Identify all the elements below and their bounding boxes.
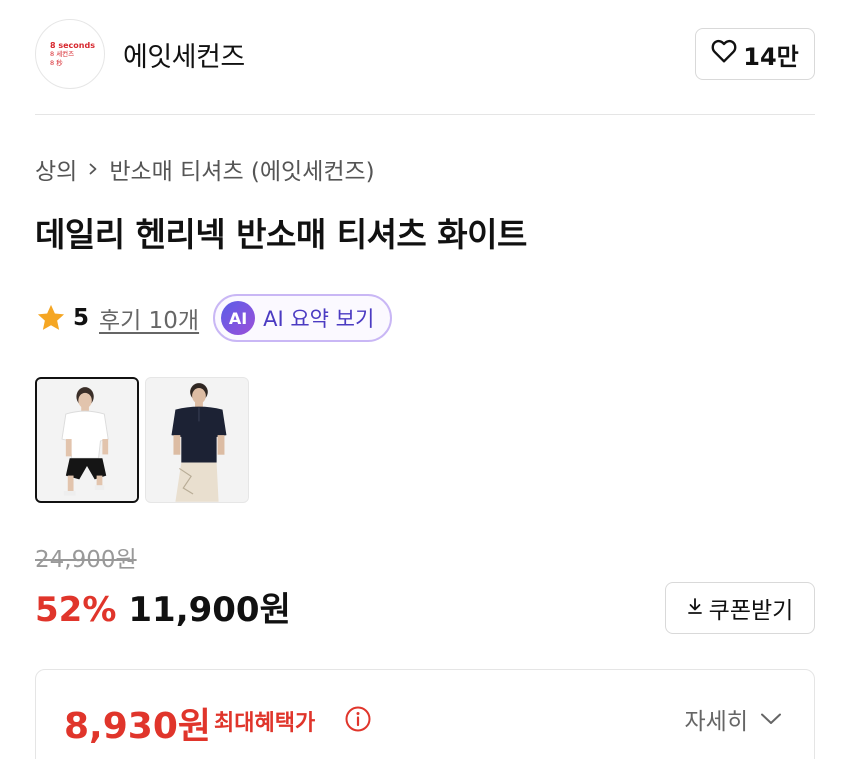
model-navy-shirt-image bbox=[146, 378, 248, 502]
coupon-button[interactable]: 쿠폰받기 bbox=[665, 582, 815, 634]
info-icon[interactable] bbox=[344, 705, 372, 733]
like-count: 14만 bbox=[743, 42, 799, 71]
star-icon bbox=[35, 302, 67, 334]
chevron-down-icon bbox=[760, 706, 782, 732]
heart-icon bbox=[711, 39, 737, 69]
like-button[interactable]: 14만 bbox=[695, 28, 815, 80]
brand-logo[interactable]: 8 seconds 8 세컨즈 8 秒 bbox=[35, 19, 105, 89]
logo-line-1: 8 seconds bbox=[50, 40, 95, 50]
breadcrumb: 상의 반소매 티셔츠 (에잇세컨즈) bbox=[35, 152, 375, 186]
benefit-price: 8,930원 bbox=[64, 706, 211, 747]
review-link[interactable]: 후기 10개 bbox=[99, 301, 199, 335]
discount-rate: 52% bbox=[35, 590, 117, 630]
breadcrumb-category[interactable]: 상의 bbox=[35, 152, 77, 186]
model-white-shirt-image bbox=[37, 379, 137, 501]
benefit-label: 최대혜택가 bbox=[214, 711, 316, 736]
thumbnail-white-henley[interactable] bbox=[35, 377, 139, 503]
ai-summary-label: AI 요약 보기 bbox=[263, 307, 375, 331]
sale-price: 11,900원 bbox=[128, 590, 291, 630]
ai-summary-button[interactable]: AI AI 요약 보기 bbox=[213, 294, 393, 342]
rating-value: 5 bbox=[73, 305, 90, 331]
header-divider bbox=[35, 114, 815, 115]
detail-label: 자세히 bbox=[684, 709, 748, 735]
product-page: 8 seconds 8 세컨즈 8 秒 에잇세컨즈 14만 상의 반소매 티셔츠… bbox=[0, 0, 850, 759]
original-price: 24,900원 bbox=[35, 547, 137, 573]
logo-line-3: 8 秒 bbox=[50, 58, 63, 67]
ai-badge-icon: AI bbox=[221, 301, 256, 335]
brand-name[interactable]: 에잇세컨즈 bbox=[123, 35, 245, 74]
max-benefit-box: 8,930원 최대혜택가 자세히 bbox=[35, 669, 815, 759]
brand-header: 8 seconds 8 세컨즈 8 秒 에잇세컨즈 14만 bbox=[35, 18, 815, 90]
chevron-right-icon bbox=[87, 163, 99, 175]
breadcrumb-subcategory[interactable]: 반소매 티셔츠 (에잇세컨즈) bbox=[109, 152, 374, 186]
logo-line-2: 8 세컨즈 bbox=[50, 49, 75, 58]
rating-row: 5 후기 10개 AI AI 요약 보기 bbox=[35, 294, 393, 342]
price-row: 52% 11,900원 bbox=[35, 582, 291, 631]
download-icon bbox=[687, 595, 703, 621]
coupon-label: 쿠폰받기 bbox=[708, 598, 794, 624]
thumbnail-navy-henley[interactable] bbox=[145, 377, 249, 503]
detail-toggle[interactable]: 자세히 bbox=[685, 702, 782, 736]
product-title: 데일리 헨리넥 반소매 티셔츠 화이트 bbox=[35, 215, 527, 254]
thumbnail-list bbox=[35, 377, 249, 503]
